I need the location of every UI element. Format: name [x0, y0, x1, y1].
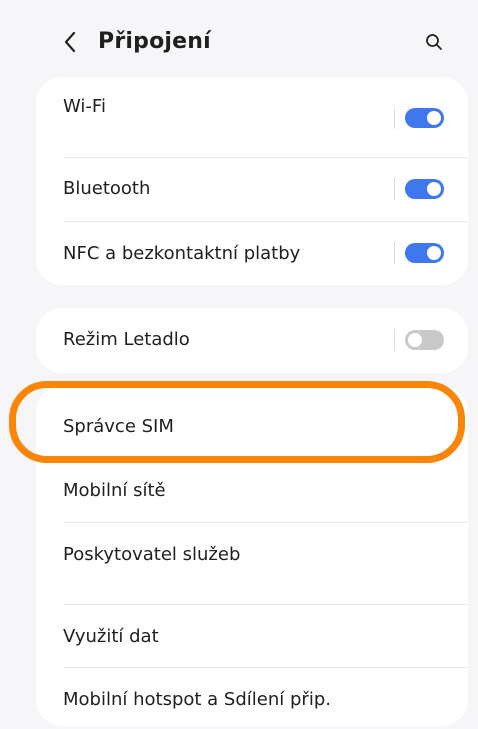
service-provider-row[interactable]: Poskytovatel služeb: [36, 523, 468, 604]
mobile-networks-label: Mobilní sítě: [63, 480, 166, 501]
divider-vertical: [394, 178, 395, 200]
wifi-label: Wi-Fi: [63, 96, 106, 117]
bluetooth-label: Bluetooth: [63, 178, 151, 199]
data-usage-row[interactable]: Využití dat: [36, 605, 468, 667]
hotspot-label: Mobilní hotspot a Sdílení přip.: [63, 689, 331, 710]
sim-manager-label: Správce SIM: [63, 416, 174, 437]
toggle-knob: [427, 182, 441, 196]
service-provider-label: Poskytovatel služeb: [63, 544, 241, 565]
bluetooth-row[interactable]: Bluetooth: [36, 158, 468, 221]
sim-card: Správce SIM Mobilní sítě Poskytovatel sl…: [36, 386, 468, 726]
wifi-toggle[interactable]: [405, 108, 444, 128]
airplane-toggle[interactable]: [405, 330, 444, 350]
airplane-card: Režim Letadlo: [36, 308, 468, 373]
nfc-label: NFC a bezkontaktní platby: [63, 243, 301, 264]
toggle-knob: [427, 246, 441, 260]
airplane-label: Režim Letadlo: [63, 329, 190, 350]
nfc-row[interactable]: NFC a bezkontaktní platby: [36, 222, 468, 285]
divider-vertical: [394, 329, 395, 351]
page-title: Připojení: [98, 29, 211, 54]
divider-vertical: [394, 242, 395, 264]
back-button[interactable]: [56, 26, 84, 58]
sim-manager-row[interactable]: Správce SIM: [36, 386, 468, 458]
data-usage-label: Využití dat: [63, 626, 159, 647]
nfc-toggle[interactable]: [405, 243, 444, 263]
mobile-networks-row[interactable]: Mobilní sítě: [36, 458, 468, 522]
connections-card: Wi-Fi Bluetooth NFC a bezkontaktní platb…: [36, 77, 468, 285]
chevron-left-icon: [64, 31, 76, 53]
toggle-knob: [408, 333, 422, 347]
airplane-row[interactable]: Režim Letadlo: [36, 308, 468, 373]
search-button[interactable]: [420, 28, 448, 56]
connections-settings-screen: Připojení Wi-Fi Bluetooth NFC a bezkonta…: [0, 0, 478, 729]
hotspot-row[interactable]: Mobilní hotspot a Sdílení přip.: [36, 668, 468, 726]
search-icon: [426, 34, 442, 50]
app-header: Připojení: [0, 22, 478, 62]
wifi-row[interactable]: Wi-Fi: [36, 77, 468, 157]
divider-vertical: [394, 107, 395, 129]
toggle-knob: [427, 111, 441, 125]
bluetooth-toggle[interactable]: [405, 179, 444, 199]
